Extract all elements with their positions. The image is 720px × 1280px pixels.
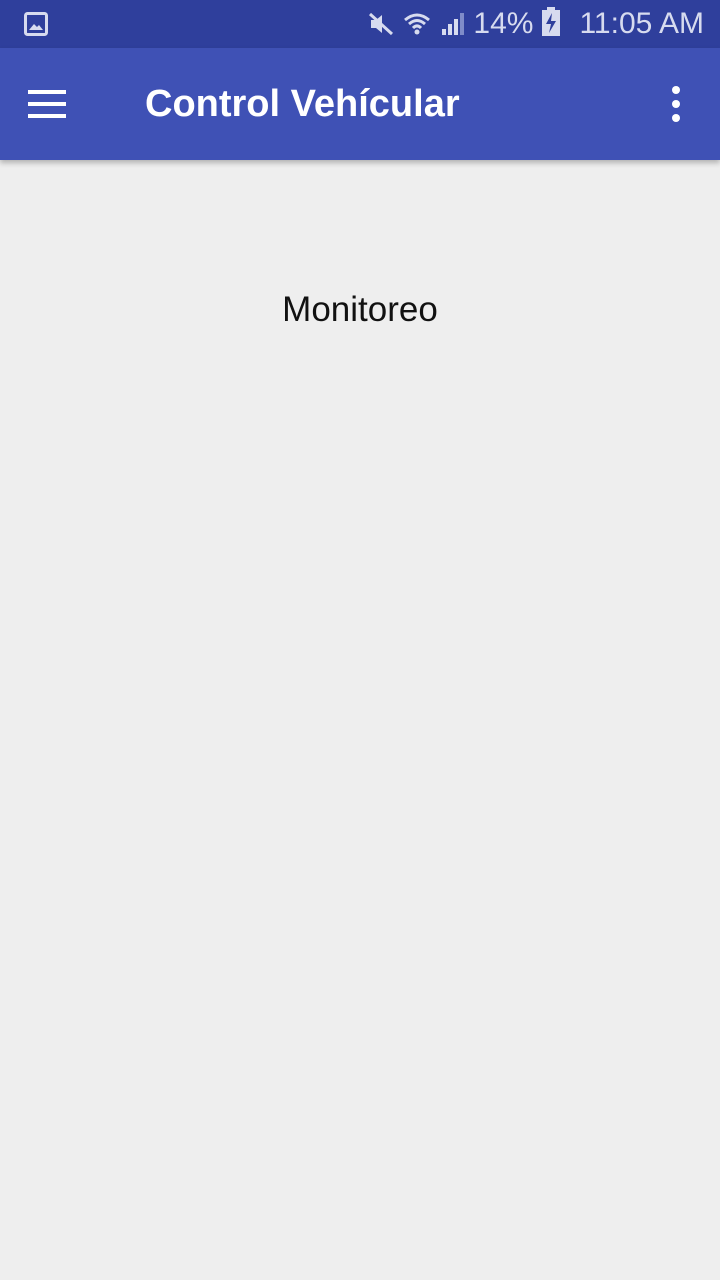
navigation-menu-button[interactable] xyxy=(18,74,78,134)
app-bar: Control Vehícular xyxy=(0,48,720,160)
status-time: 11:05 AM xyxy=(579,7,704,40)
wifi-icon xyxy=(403,10,431,38)
monitoring-label: Monitoreo xyxy=(282,290,438,329)
status-icons: 14% 11:05 AM xyxy=(367,0,704,48)
app-title: Control Vehícular xyxy=(145,83,460,125)
mute-icon xyxy=(367,10,395,38)
battery-charging-icon xyxy=(541,6,561,42)
gallery-icon xyxy=(24,12,48,36)
status-bar: 14% 11:05 AM xyxy=(0,0,720,48)
cell-signal-icon xyxy=(439,10,467,38)
overflow-menu-button[interactable] xyxy=(652,74,700,134)
battery-percent: 14% xyxy=(473,7,534,40)
